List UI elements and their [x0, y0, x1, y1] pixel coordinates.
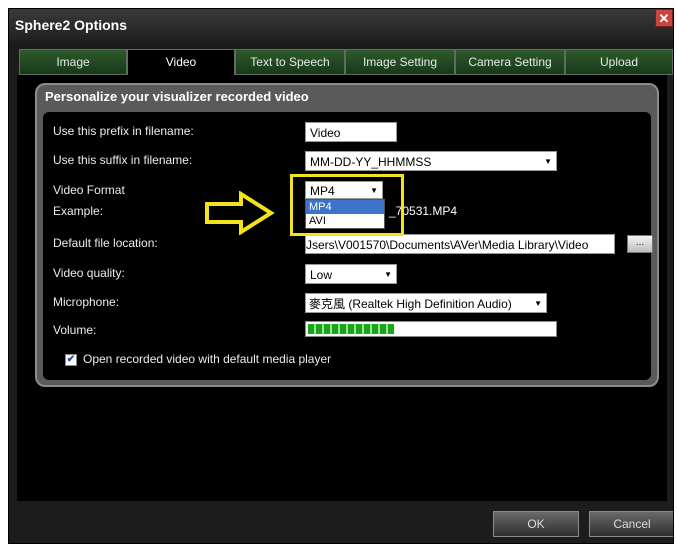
- chevron-down-icon: ▼: [544, 157, 552, 166]
- ok-button[interactable]: OK: [493, 511, 579, 537]
- format-label: Video Format: [53, 183, 125, 197]
- volume-label: Volume:: [53, 323, 97, 337]
- microphone-value: 麥克風 (Realtek High Definition Audio): [309, 297, 512, 311]
- tab-video[interactable]: Video: [127, 49, 235, 76]
- title-bar: Sphere2 Options ✕: [9, 9, 673, 43]
- callout-arrow-icon: [205, 191, 275, 235]
- chevron-down-icon: ▼: [384, 270, 392, 279]
- tab-image-setting[interactable]: Image Setting: [345, 49, 455, 75]
- microphone-select[interactable]: 麥克風 (Realtek High Definition Audio) ▼: [305, 293, 547, 313]
- quality-select[interactable]: Low ▼: [305, 264, 397, 284]
- tab-content: Personalize your visualizer recorded vid…: [17, 75, 667, 501]
- chevron-down-icon: ▼: [534, 299, 542, 308]
- close-icon[interactable]: ✕: [655, 9, 673, 27]
- example-label: Example:: [53, 204, 104, 218]
- location-label: Default file location:: [53, 236, 158, 250]
- volume-slider[interactable]: [305, 321, 557, 337]
- open-with-player-checkbox[interactable]: ✔: [65, 354, 77, 366]
- browse-button[interactable]: ...: [627, 235, 653, 253]
- tab-text-to-speech[interactable]: Text to Speech: [235, 49, 345, 75]
- window-title: Sphere2 Options: [15, 17, 128, 33]
- open-with-player-label: Open recorded video with default media p…: [83, 352, 332, 366]
- cancel-button[interactable]: Cancel: [589, 511, 673, 537]
- location-input[interactable]: Jsers\V001570\Documents\AVer\Media Libra…: [305, 234, 615, 254]
- panel-heading: Personalize your visualizer recorded vid…: [45, 89, 309, 104]
- volume-level-bar: [308, 324, 395, 334]
- suffix-label: Use this suffix in filename:: [53, 153, 193, 167]
- suffix-value: MM-DD-YY_HHMMSS: [310, 155, 432, 169]
- tab-camera-setting[interactable]: Camera Setting: [455, 49, 565, 75]
- video-settings-panel: Personalize your visualizer recorded vid…: [35, 83, 659, 387]
- callout-highlight-box: [290, 174, 404, 236]
- microphone-label: Microphone:: [53, 295, 120, 309]
- prefix-input[interactable]: Video: [305, 122, 397, 142]
- tab-upload[interactable]: Upload: [565, 49, 673, 75]
- quality-label: Video quality:: [53, 266, 125, 280]
- options-dialog: Sphere2 Options ✕ Image Video Text to Sp…: [8, 8, 674, 544]
- suffix-select[interactable]: MM-DD-YY_HHMMSS ▼: [305, 151, 557, 171]
- tab-image[interactable]: Image: [19, 49, 127, 75]
- settings-area: Use this prefix in filename: Video Use t…: [43, 112, 653, 380]
- prefix-label: Use this prefix in filename:: [53, 124, 194, 138]
- quality-value: Low: [310, 268, 333, 282]
